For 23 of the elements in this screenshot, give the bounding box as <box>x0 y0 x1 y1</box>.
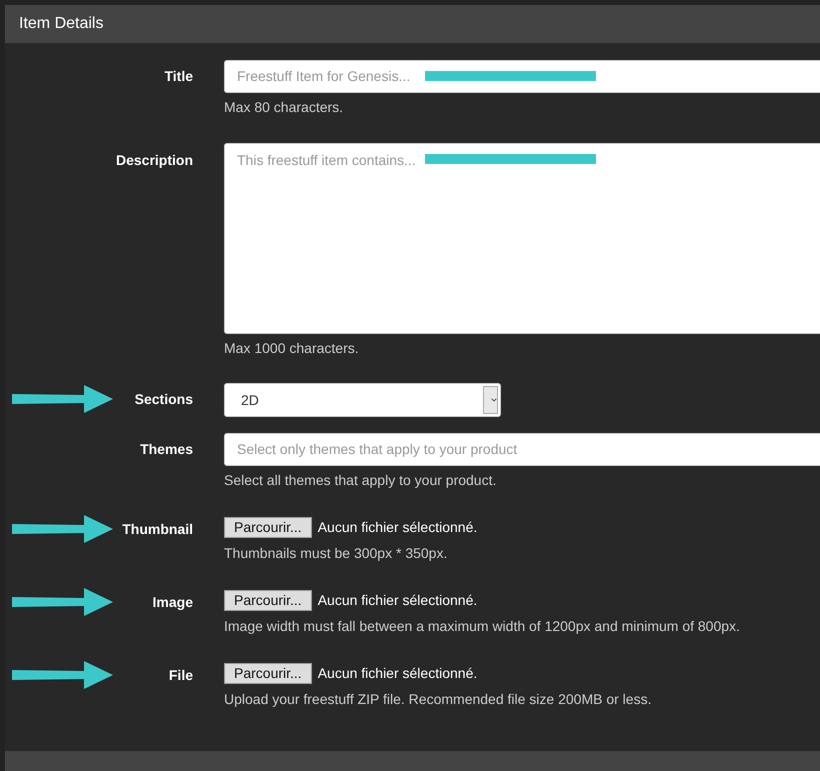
browse-button[interactable]: Parcourir... <box>224 662 312 684</box>
section-dropdown[interactable]: 2D <box>224 383 501 417</box>
field-label: File <box>168 667 193 683</box>
help-text: Max 1000 characters. <box>224 340 360 357</box>
file-status: Aucun fichier sélectionné. <box>318 665 478 681</box>
file-status: Aucun fichier sélectionné. <box>318 519 478 535</box>
dropdown-value: 2D <box>241 392 259 408</box>
help-text: Image width must fall between a maximum width of 1200px and minimum of 800px. <box>224 618 741 635</box>
field-label: Description <box>116 152 193 168</box>
help-text: Select all themes that apply to your product. <box>224 472 498 489</box>
field-label: Thumbnail <box>122 521 193 537</box>
help-text: Max 80 characters. <box>224 99 344 116</box>
browse-button[interactable]: Parcourir... <box>224 590 312 610</box>
field-label: Themes <box>140 441 193 457</box>
help-text: Upload your freestuff ZIP file. Recommended file size 200MB or less. <box>224 691 652 708</box>
help-text: Thumbnails must be 300px * 350px. <box>224 545 448 562</box>
field-label: Title <box>164 68 193 84</box>
panel-title: Item Details <box>19 15 104 33</box>
file-status: Aucun fichier sélectionné. <box>318 592 478 608</box>
browse-button[interactable]: Parcourir... <box>224 516 312 538</box>
field-label: Sections <box>134 391 193 407</box>
caret-icon[interactable] <box>483 386 498 414</box>
field-label: Image <box>152 594 193 610</box>
